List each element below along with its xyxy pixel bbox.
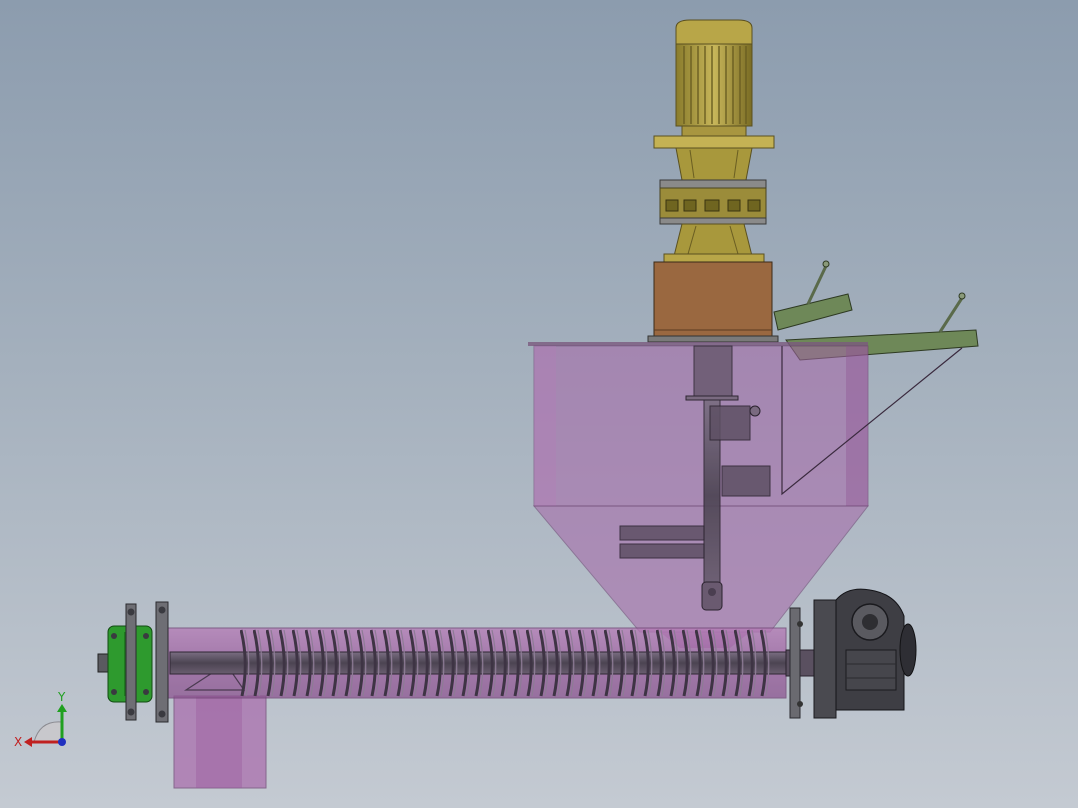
x-axis-label: X	[14, 735, 22, 749]
hopper[interactable]	[528, 342, 963, 648]
z-axis-dot	[58, 738, 66, 746]
gear-reducer[interactable]	[659, 147, 767, 263]
assembly-drawing: Y X	[14, 19, 979, 789]
coordinate-triad: Y X	[14, 690, 67, 749]
drive-motor[interactable]	[653, 19, 775, 149]
discharge-chute[interactable]	[173, 695, 267, 789]
cad-viewport[interactable]: Y X	[0, 0, 1078, 808]
end-flange[interactable]	[97, 601, 169, 723]
mounting-block[interactable]	[647, 261, 779, 343]
screw-conveyor[interactable]	[165, 627, 817, 699]
y-axis-label: Y	[57, 690, 66, 704]
